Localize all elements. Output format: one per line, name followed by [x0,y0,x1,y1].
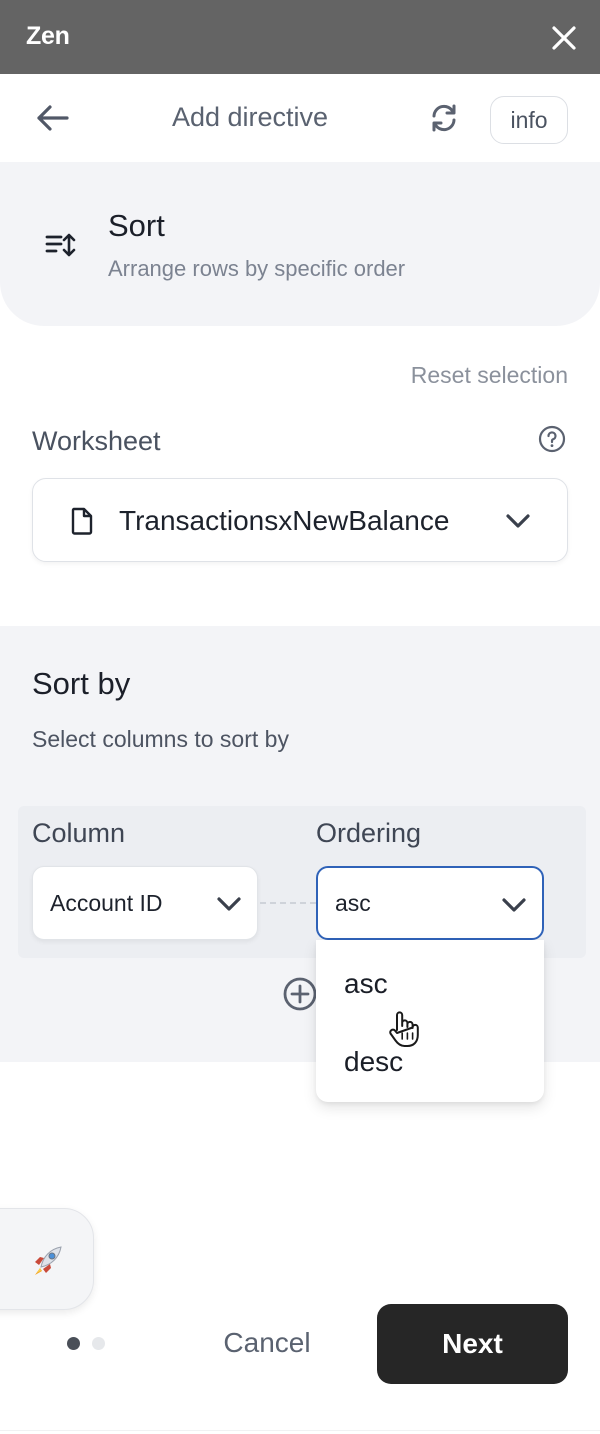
next-button[interactable]: Next [377,1304,568,1384]
sort-by-description: Select columns to sort by [32,726,289,752]
divider [0,1430,600,1431]
sort-rule-row: Column Ordering Account ID asc [18,806,586,958]
close-icon [552,26,576,50]
arrow-left-icon [37,105,69,131]
ordering-select[interactable]: asc [316,866,544,940]
sort-by-title: Sort by [32,666,131,701]
directive-card: Sort Arrange rows by specific order [0,162,600,326]
column-select[interactable]: Account ID [32,866,258,940]
step-indicator-dot-1[interactable] [67,1337,80,1350]
header: Add directive info [0,74,600,162]
file-icon [71,507,93,535]
directive-description: Arrange rows by specific order [108,256,406,281]
chevron-down-icon [502,898,526,912]
column-label: Column [32,818,126,848]
refresh-icon [432,104,456,132]
reset-selection-link[interactable]: Reset selection [411,362,568,389]
worksheet-select[interactable]: TransactionsxNewBalance [32,478,568,562]
refresh-button[interactable] [422,96,466,140]
launcher-button[interactable] [0,1208,94,1310]
worksheet-value: TransactionsxNewBalance [119,505,450,536]
ordering-value: asc [335,890,371,916]
chevron-down-icon [506,514,530,528]
rocket-icon [35,1246,62,1275]
sort-icon [45,233,76,257]
step-indicator-dot-2[interactable] [92,1337,105,1350]
page-title: Add directive [171,102,329,132]
back-button[interactable] [30,96,74,140]
ordering-option-asc[interactable]: asc [316,952,544,1016]
cancel-button[interactable]: Cancel [206,1310,328,1376]
question-circle-icon[interactable] [538,425,566,453]
app-name: Zen [26,22,70,50]
directive-name: Sort [108,208,165,243]
column-value: Account ID [50,890,163,916]
window-titlebar: Zen [0,0,600,74]
close-button[interactable] [546,20,582,56]
ordering-dropdown-menu: asc desc [316,940,544,1102]
plus-circle-icon[interactable] [282,976,318,1012]
hand-pointer-icon [389,1011,419,1047]
chevron-down-icon [217,897,241,911]
ordering-option-desc[interactable]: desc [316,1030,544,1094]
connector-line [260,902,316,904]
ordering-label: Ordering [316,818,422,848]
info-button[interactable]: info [490,96,568,144]
worksheet-label: Worksheet [32,426,161,456]
